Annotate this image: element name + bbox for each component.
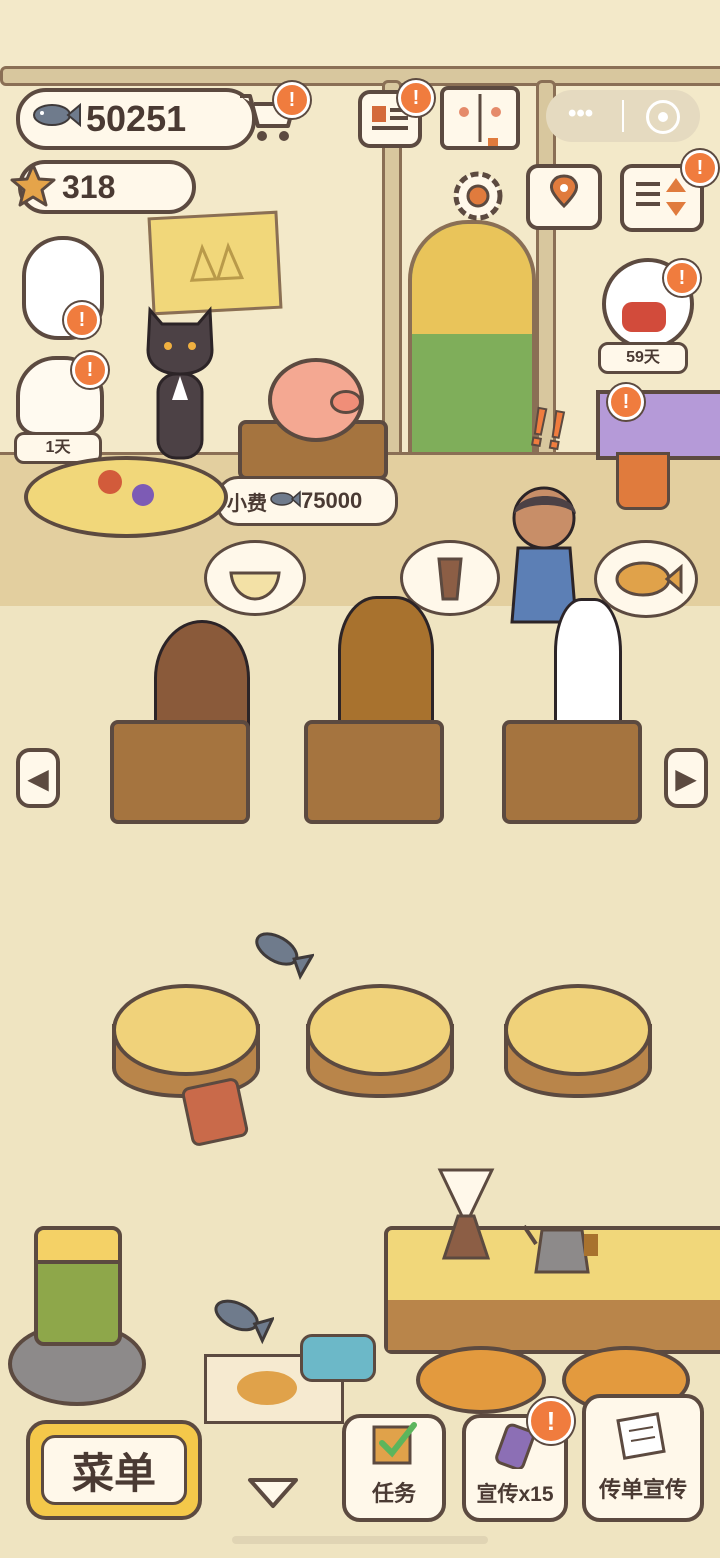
tip-fish-icon xyxy=(269,489,301,514)
bird-stand[interactable]: ! xyxy=(596,384,720,460)
star-icon xyxy=(10,162,56,213)
flyer-promotion-button[interactable]: 传单宣传 xyxy=(582,1394,704,1522)
tip-bubble[interactable]: 小费 75000 xyxy=(216,476,398,526)
grape-icon xyxy=(132,484,154,506)
lucky-cat[interactable]: ! xyxy=(16,352,108,436)
deer-customer[interactable] xyxy=(338,596,434,732)
guest-alert-badge: ! xyxy=(664,260,700,296)
trash-can-icon[interactable] xyxy=(180,1076,250,1148)
news-button[interactable]: ! xyxy=(358,80,434,148)
mini-program-capsule: ••• xyxy=(546,90,700,142)
stump-seat-3[interactable] xyxy=(504,984,652,1076)
flyer-icon xyxy=(613,1411,673,1466)
tree-icon xyxy=(189,242,245,282)
strawberry-icon xyxy=(98,470,122,494)
chevron-down-icon xyxy=(248,1478,298,1508)
stump-seat-1[interactable] xyxy=(112,984,260,1076)
star-currency[interactable]: 318 xyxy=(10,160,196,214)
tip-label: 小费 xyxy=(227,492,267,515)
rice-bowl-icon xyxy=(229,571,281,601)
scroll-right-button[interactable]: ▶ xyxy=(664,748,708,808)
kettle-icon xyxy=(522,1224,598,1274)
honey-jar[interactable] xyxy=(34,1226,122,1346)
star-amount: 318 xyxy=(62,168,116,205)
flower-pot xyxy=(616,452,670,510)
capsule-divider xyxy=(622,100,624,132)
order-bubble-1 xyxy=(204,540,306,616)
money-bag[interactable]: ! xyxy=(22,236,104,340)
shop-cart-button[interactable]: ! xyxy=(236,82,310,144)
counter-seat-3[interactable] xyxy=(502,720,642,824)
kettle[interactable] xyxy=(522,1200,606,1280)
door-curtain xyxy=(412,224,532,334)
map-button[interactable] xyxy=(526,164,602,230)
fish-amount: 50251 xyxy=(86,98,187,139)
visiting-guest[interactable]: ! xyxy=(602,258,700,350)
toy-fish[interactable] xyxy=(300,1334,376,1382)
stump-seat-2[interactable] xyxy=(306,984,454,1076)
black-cat-waiter[interactable] xyxy=(142,300,218,460)
ceiling-beam xyxy=(0,66,720,86)
prep-table-front xyxy=(388,1300,720,1350)
rabbit-customer[interactable] xyxy=(554,598,622,732)
drink-cup-icon xyxy=(437,557,463,601)
lucky-cat-alert-badge: ! xyxy=(72,352,108,388)
fish-currency[interactable]: 50251 xyxy=(16,88,256,150)
fish-icon xyxy=(30,99,82,139)
news-alert-badge: ! xyxy=(398,80,434,116)
floor-cushion-1[interactable] xyxy=(416,1346,546,1414)
tasks-label: 任务 xyxy=(371,1481,416,1506)
bird-stand-alert-badge: ! xyxy=(608,384,644,420)
guest-outfit xyxy=(622,302,666,332)
gear-icon xyxy=(453,171,503,221)
taiyaki-icon xyxy=(615,561,683,597)
chevron-right-icon: ▶ xyxy=(675,762,697,794)
collapse-button[interactable] xyxy=(244,1472,302,1512)
coffee-dripper-icon xyxy=(437,1168,495,1260)
promote-alert-badge: ! xyxy=(528,1398,574,1444)
guest-days: 59天 xyxy=(598,342,688,374)
hedgehog-customer[interactable] xyxy=(154,620,250,736)
menu-label: 菜单 xyxy=(41,1435,187,1505)
counter-seat-2[interactable] xyxy=(304,720,444,824)
promote-button[interactable]: 宣传x15 ! xyxy=(462,1398,574,1522)
fish-icon xyxy=(255,932,316,980)
pig-snout xyxy=(330,390,362,414)
menu-button[interactable]: 菜单 xyxy=(26,1420,202,1520)
dropped-fish-2[interactable] xyxy=(210,1290,276,1351)
checklist-icon xyxy=(368,1419,420,1472)
promote-label: 宣传x15 xyxy=(476,1483,554,1506)
map-icon xyxy=(550,174,578,209)
home-indicator xyxy=(232,1536,488,1544)
layout-toggle-button[interactable]: ! xyxy=(620,150,718,232)
counter-seat-1[interactable] xyxy=(110,720,250,824)
tip-amount: 75000 xyxy=(301,488,363,513)
book-icon xyxy=(459,94,501,150)
settings-button[interactable] xyxy=(448,166,508,226)
piggy-cashier[interactable] xyxy=(268,358,364,442)
tasks-button[interactable]: 任务 xyxy=(342,1414,446,1522)
rug-pattern xyxy=(237,1371,297,1405)
coffee-dripper[interactable] xyxy=(436,1166,496,1266)
berry-table[interactable] xyxy=(24,456,228,538)
honey-lid xyxy=(38,1230,118,1264)
fish-icon xyxy=(214,1299,276,1345)
more-options-icon[interactable]: ••• xyxy=(568,100,593,128)
money-bag-alert-badge: ! xyxy=(64,302,100,338)
flyer-label: 传单宣传 xyxy=(598,1477,687,1502)
cart-alert-badge: ! xyxy=(274,82,310,118)
recipe-book-button[interactable] xyxy=(440,86,520,150)
close-program-icon[interactable] xyxy=(646,100,680,134)
doorway[interactable] xyxy=(408,220,536,464)
chevron-left-icon: ◀ xyxy=(27,762,49,794)
dropped-fish-1[interactable] xyxy=(250,924,316,985)
layout-alert-badge: ! xyxy=(682,150,718,186)
scroll-left-button[interactable]: ◀ xyxy=(16,748,60,808)
